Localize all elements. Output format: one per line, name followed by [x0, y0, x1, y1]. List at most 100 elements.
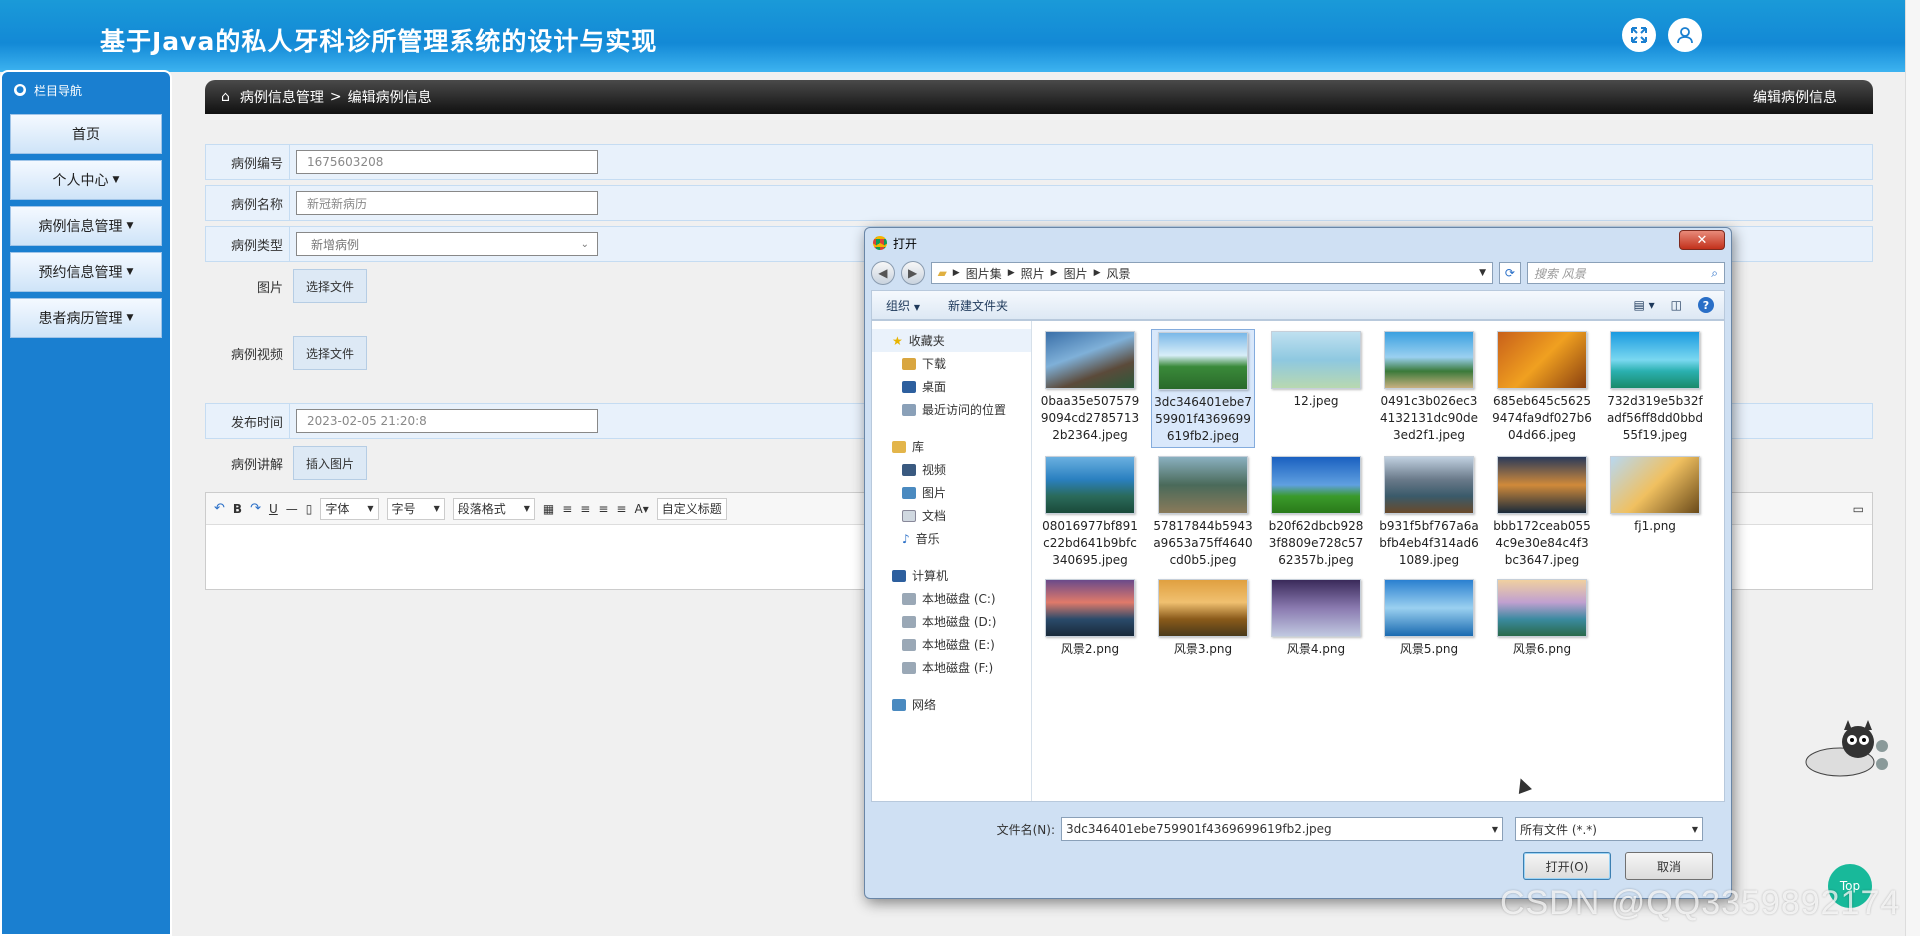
file-item[interactable]: 3dc346401ebe759901f4369699619fb2.jpeg: [1151, 329, 1255, 448]
address-bar[interactable]: ▰ ▶ 图片集 ▶ 照片 ▶ 图片 ▶ 风景 ▼: [930, 262, 1494, 284]
file-item[interactable]: b20f62dbcb9283f8809e728c5762357b.jpeg: [1264, 454, 1368, 571]
preview-pane-icon[interactable]: ◫: [1671, 298, 1682, 312]
tree-library[interactable]: 库: [872, 435, 1031, 458]
tree-disk-c[interactable]: 本地磁盘 (C:): [872, 587, 1031, 610]
case-no-input[interactable]: 1675603208: [296, 150, 598, 174]
refresh-button[interactable]: ⟳: [1499, 262, 1521, 284]
tree-music[interactable]: ♪ 音乐: [872, 527, 1031, 550]
breadcrumb-section[interactable]: 病例信息管理: [240, 87, 324, 107]
case-type-select[interactable]: 新增病例 ⌄: [296, 232, 598, 256]
publish-time-input[interactable]: 2023-02-05 21:20:8: [296, 409, 598, 433]
align-right-icon[interactable]: ≡: [598, 502, 608, 516]
file-name: 风景6.png: [1512, 642, 1572, 656]
tree-favorites[interactable]: ★ 收藏夹: [872, 329, 1031, 352]
view-mode-icon[interactable]: ▤ ▾: [1633, 298, 1654, 312]
align-center-icon[interactable]: ≡: [580, 502, 590, 516]
file-item[interactable]: 风景5.png: [1377, 577, 1481, 660]
tree-disk-d[interactable]: 本地磁盘 (D:): [872, 610, 1031, 633]
file-item[interactable]: fj1.png: [1603, 454, 1707, 571]
tree-computer[interactable]: 计算机: [872, 564, 1031, 587]
tree-disk-e[interactable]: 本地磁盘 (E:): [872, 633, 1031, 656]
file-item[interactable]: 12.jpeg: [1264, 329, 1368, 448]
file-item[interactable]: 风景6.png: [1490, 577, 1594, 660]
file-item[interactable]: bbb172ceab0554c9e30e84c4f3bc3647.jpeg: [1490, 454, 1594, 571]
image-thumbnail: [1158, 456, 1248, 514]
file-item[interactable]: 0baa35e5075799094cd27857132b2364.jpeg: [1038, 329, 1142, 448]
file-item[interactable]: 08016977bf891c22bd641b9bfc340695.jpeg: [1038, 454, 1142, 571]
image-choose-file-button[interactable]: 选择文件: [293, 269, 367, 303]
file-item[interactable]: 风景4.png: [1264, 577, 1368, 660]
video-choose-file-button[interactable]: 选择文件: [293, 336, 367, 370]
sidebar-item-patient-record[interactable]: 患者病历管理 ▼: [10, 298, 162, 338]
path-segment[interactable]: 图片集: [966, 265, 1002, 282]
underline-icon[interactable]: U: [269, 502, 278, 516]
undo-icon[interactable]: ↶: [214, 501, 225, 516]
paragraph-label: 段落格式: [457, 502, 506, 516]
align-left-icon[interactable]: ≡: [562, 502, 572, 516]
horizontal-rule-icon[interactable]: —: [286, 502, 298, 516]
tree-videos[interactable]: 视频: [872, 458, 1031, 481]
chevron-down-icon[interactable]: ▼: [1479, 268, 1486, 278]
tree-network[interactable]: 网络: [872, 693, 1031, 716]
file-item[interactable]: 风景2.png: [1038, 577, 1142, 660]
sidebar-item-personal[interactable]: 个人中心 ▼: [10, 160, 162, 200]
new-folder-button[interactable]: 新建文件夹: [948, 297, 1008, 314]
sidebar-item-case-info[interactable]: 病例信息管理 ▼: [10, 206, 162, 246]
file-item[interactable]: 0491c3b026ec34132131dc90de3ed2f1.jpeg: [1377, 329, 1481, 448]
redo-icon[interactable]: ↷: [250, 501, 261, 516]
filename-input[interactable]: 3dc346401ebe759901f4369699619fb2.jpeg ▼: [1061, 817, 1503, 841]
tree-label: 视频: [922, 463, 947, 477]
sidebar-heading-label: 栏目导航: [34, 83, 83, 98]
sidebar-item-home[interactable]: 首页: [10, 114, 162, 154]
fullscreen-button[interactable]: [1622, 18, 1656, 52]
font-size-select[interactable]: 字号 ▼: [386, 497, 445, 520]
path-segment[interactable]: 照片: [1021, 265, 1045, 282]
case-name-input[interactable]: 新冠新病历: [296, 191, 598, 215]
paragraph-select[interactable]: 段落格式 ▼: [452, 497, 535, 520]
back-button[interactable]: ◀: [871, 261, 895, 285]
path-separator-icon: ▶: [1050, 268, 1058, 278]
file-item[interactable]: 685eb645c56259474fa9df027b604d66.jpeg: [1490, 329, 1594, 448]
forward-button[interactable]: ▶: [900, 261, 925, 285]
file-name: 0491c3b026ec34132131dc90de3ed2f1.jpeg: [1380, 394, 1478, 442]
tree-pictures[interactable]: 图片: [872, 481, 1031, 504]
user-icon: [1677, 27, 1693, 44]
path-segment[interactable]: 图片: [1064, 265, 1088, 282]
caret-down-icon: ▼: [126, 313, 134, 323]
search-input[interactable]: 搜索 风景 ⌕: [1526, 262, 1725, 284]
file-item[interactable]: 57817844b5943a9653a75ff4640cd0b5.jpeg: [1151, 454, 1255, 571]
file-item[interactable]: 732d319e5b32fadf56ff8dd0bbd55f19.jpeg: [1603, 329, 1707, 448]
justify-icon[interactable]: ≡: [616, 502, 626, 516]
image-thumbnail: [1497, 579, 1587, 637]
file-item[interactable]: b931f5bf767a6abfb4eb4f314ad61089.jpeg: [1377, 454, 1481, 571]
help-icon[interactable]: ?: [1698, 297, 1714, 313]
table-icon[interactable]: ▦: [543, 502, 554, 516]
file-item[interactable]: 风景3.png: [1151, 577, 1255, 660]
cancel-button[interactable]: 取消: [1625, 852, 1713, 880]
insert-image-button[interactable]: 插入图片: [293, 446, 367, 480]
navigation-tree: ★ 收藏夹 下载 桌面 最近访问的位置 库 视频 图片 文档 ♪ 音乐 计算机 本地…: [872, 321, 1032, 801]
open-button[interactable]: 打开(O): [1523, 852, 1611, 880]
custom-title-select[interactable]: 自定义标题: [656, 497, 727, 520]
font-select[interactable]: 字体 ▼: [320, 497, 379, 520]
tree-documents[interactable]: 文档: [872, 504, 1031, 527]
organize-menu[interactable]: 组织 ▼: [886, 297, 920, 314]
document-icon[interactable]: ▯: [306, 502, 313, 516]
tree-recent[interactable]: 最近访问的位置: [872, 398, 1031, 421]
chevron-down-icon[interactable]: ▼: [1492, 825, 1498, 834]
tree-disk-f[interactable]: 本地磁盘 (F:): [872, 656, 1031, 679]
dialog-body: ★ 收藏夹 下载 桌面 最近访问的位置 库 视频 图片 文档 ♪ 音乐 计算机 本地…: [871, 320, 1725, 802]
tree-desktop[interactable]: 桌面: [872, 375, 1031, 398]
source-code-icon[interactable]: ▭: [1853, 502, 1864, 516]
bold-icon[interactable]: B: [233, 502, 242, 516]
home-icon[interactable]: ⌂: [221, 89, 230, 105]
close-button[interactable]: ✕: [1679, 230, 1725, 250]
page-scrollbar[interactable]: [1905, 0, 1920, 936]
user-button[interactable]: [1668, 18, 1702, 52]
file-type-select[interactable]: 所有文件 (*.*) ▼: [1515, 817, 1703, 841]
path-segment[interactable]: 风景: [1107, 265, 1131, 282]
nav-dot-icon: ●: [14, 84, 26, 96]
tree-downloads[interactable]: 下载: [872, 352, 1031, 375]
font-color-icon[interactable]: A▾: [634, 502, 648, 516]
sidebar-item-appointment[interactable]: 预约信息管理 ▼: [10, 252, 162, 292]
